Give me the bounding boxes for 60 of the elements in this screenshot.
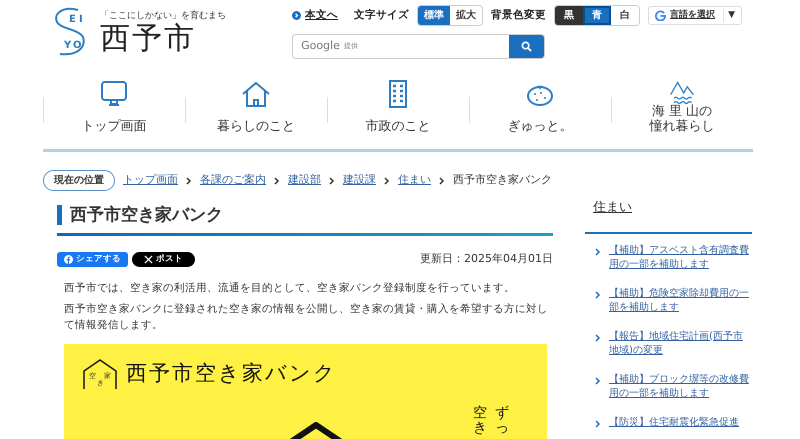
chevron-icon <box>439 176 445 184</box>
page-title: 西予市空き家バンク <box>57 205 553 226</box>
sidebar-link[interactable]: 【防災】住宅耐震化緊急促進 <box>609 416 739 430</box>
chevron-icon <box>186 176 192 184</box>
nav-item[interactable]: 市政のこと <box>327 69 469 149</box>
sidebar-link[interactable]: 【報告】地域住宅計画(西予市地域)の変更 <box>609 330 752 358</box>
vertical-text: ずっ <box>495 406 509 436</box>
breadcrumb-link[interactable]: 建設部 <box>288 172 321 189</box>
google-g-icon <box>655 10 666 21</box>
nav-item[interactable]: 暮らしのこと <box>185 69 327 149</box>
sidebar-title[interactable]: 住まい <box>593 198 752 218</box>
nav-item[interactable]: トップ画面 <box>43 69 185 149</box>
skip-link[interactable]: 本文へ <box>292 8 338 24</box>
facebook-icon <box>64 255 73 264</box>
breadcrumb-label: 現在の位置 <box>43 170 115 191</box>
body-text: 西予市では、空き家の利活用、流通を目的として、空き家バンク登録制度を行っています。 <box>64 280 516 296</box>
logo-icon <box>52 7 86 57</box>
background-color-option[interactable]: 黒 <box>555 6 584 25</box>
search-icon <box>521 41 532 52</box>
breadcrumb-link[interactable]: 住まい <box>398 172 431 189</box>
chevron-icon <box>595 248 601 256</box>
sidebar-link[interactable]: 【補助】危険空家除却費用の一部を補助します <box>609 286 752 316</box>
breadcrumb-link[interactable]: 建設課 <box>343 172 376 189</box>
site-tagline: 「ここにしかない」を育むまち <box>100 10 226 22</box>
x-logo-icon <box>144 255 153 264</box>
chevron-icon <box>274 176 280 184</box>
breadcrumb-current: 西予市空き家バンク <box>453 172 552 188</box>
chevron-icon <box>595 420 601 428</box>
search-button[interactable] <box>509 35 544 58</box>
language-selector[interactable]: 言語を選択 ▼ <box>648 6 742 26</box>
vertical-text: 空き <box>473 406 487 436</box>
sidebar-link[interactable]: 【補助】ブロック塀等の改修費用の一部を補助します <box>609 372 752 402</box>
house-icon <box>240 79 272 109</box>
chevron-icon <box>595 376 601 384</box>
banner-title: 西予市空き家バンク <box>126 360 337 387</box>
breadcrumb-link[interactable]: トップ画面 <box>123 172 178 189</box>
share-button[interactable]: シェアする <box>57 252 128 268</box>
monitor-icon <box>98 79 130 109</box>
logo-letter: I <box>79 13 83 27</box>
logo-letter: Y <box>64 39 72 53</box>
font-size-option[interactable]: 標準 <box>418 6 450 25</box>
chevron-icon <box>329 176 335 184</box>
sidebar-link[interactable]: 【補助】アスベスト含有調査費用の一部を補助します <box>609 244 752 272</box>
nav-item[interactable]: ぎゅっと。 <box>469 69 611 149</box>
site-name[interactable]: 西予市 <box>100 24 226 54</box>
background-color-label: 背景色変更 <box>491 8 546 23</box>
chevron-icon <box>595 290 601 298</box>
logo-letter: O <box>73 39 82 53</box>
updated-date: 更新日：2025年04月01日 <box>420 251 553 268</box>
body-text: 西予市空き家バンクに登録された空き家の情報を公開し、空き家の賃貸・購入を希望する方に対して情報発信します。 <box>64 302 549 334</box>
font-size-option[interactable]: 拡大 <box>450 6 482 25</box>
nav-item[interactable]: 海 里 山の 憧れ暮らし <box>611 69 753 149</box>
breadcrumb-link[interactable]: 各課のご案内 <box>200 172 266 189</box>
post-button[interactable]: ポスト <box>132 252 195 268</box>
arrow-circle-icon <box>292 11 302 20</box>
logo-letter: E <box>69 13 76 27</box>
font-size-label: 文字サイズ <box>354 8 410 23</box>
chevron-icon <box>595 334 601 342</box>
chevron-icon <box>384 176 390 184</box>
background-color-option[interactable]: 青 <box>583 6 612 25</box>
